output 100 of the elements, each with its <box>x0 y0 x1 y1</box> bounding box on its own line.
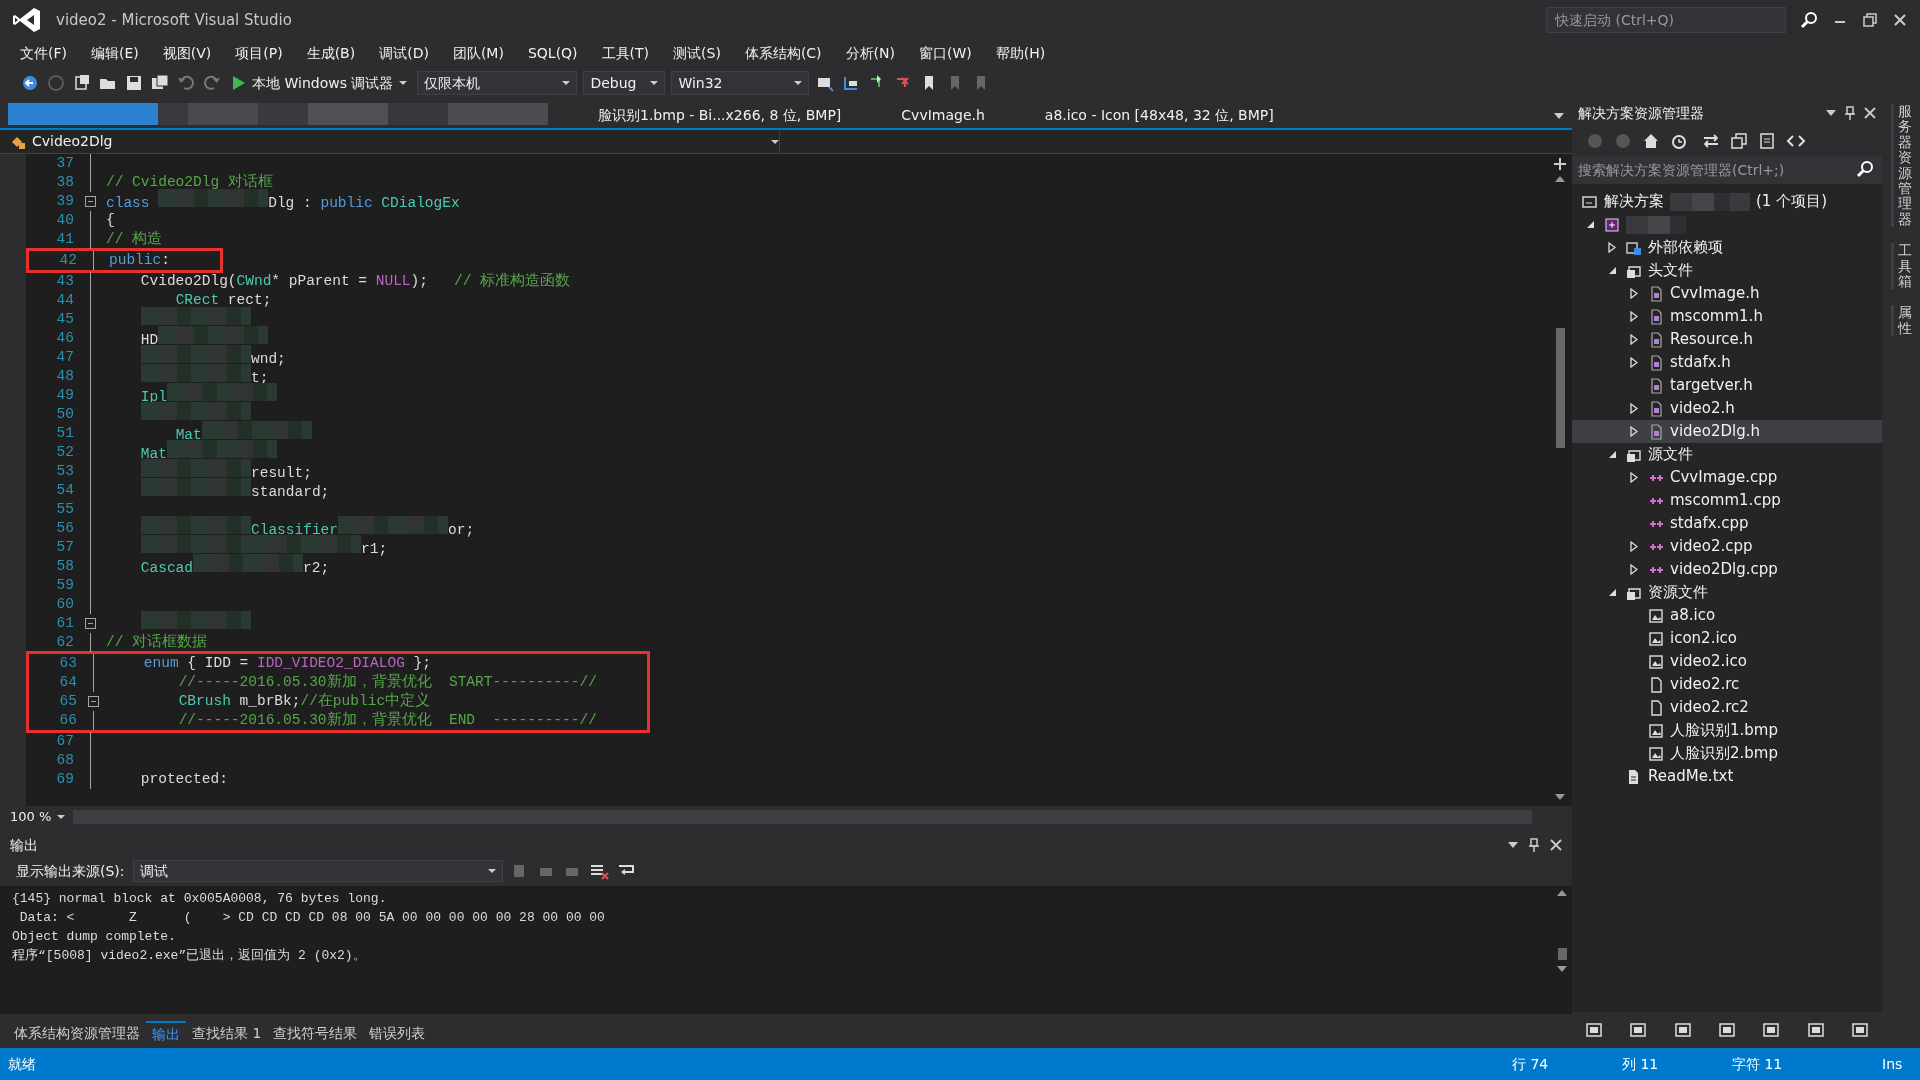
menu-item[interactable]: 文件(F) <box>8 42 79 64</box>
panel-tab[interactable]: 输出 <box>146 1021 186 1045</box>
scrollbar-thumb[interactable] <box>1557 948 1567 960</box>
tree-item[interactable]: CvvImage.h <box>1572 282 1882 305</box>
tree-item[interactable]: 解决方案 (1 个项目) <box>1572 190 1882 213</box>
collapse-all-icon[interactable] <box>1730 132 1748 150</box>
document-tab[interactable]: CvvImage.h <box>871 102 1015 128</box>
close-icon[interactable] <box>1892 12 1908 28</box>
menu-item[interactable]: 项目(P) <box>223 42 295 64</box>
panel-tab[interactable]: 查找结果 1 <box>186 1021 268 1045</box>
show-files-icon[interactable] <box>1758 132 1776 150</box>
undo-icon[interactable] <box>176 73 196 93</box>
expand-arrow-icon[interactable] <box>1630 541 1638 552</box>
pin-icon[interactable] <box>1844 106 1856 120</box>
output-source-dropdown[interactable]: 调试 <box>132 860 503 882</box>
scroll-up-icon[interactable] <box>1555 176 1565 182</box>
tree-item[interactable]: targetver.h <box>1572 374 1882 397</box>
collapse-arrow-icon[interactable] <box>1607 266 1617 275</box>
tree-item[interactable]: 外部依赖项 <box>1572 236 1882 259</box>
tree-item[interactable]: CvvImage.cpp <box>1572 466 1882 489</box>
panel-tab[interactable]: 体系结构资源管理器 <box>8 1021 146 1045</box>
tree-item[interactable]: 头文件 <box>1572 259 1882 282</box>
tree-item[interactable]: a8.ico <box>1572 604 1882 627</box>
clear-all-icon[interactable] <box>588 862 609 880</box>
expand-arrow-icon[interactable] <box>1630 426 1638 437</box>
tree-item[interactable]: 人脸识别2.bmp <box>1572 742 1882 765</box>
tree-item[interactable]: video2Dlg.h <box>1572 420 1882 443</box>
panel-tab[interactable]: 错误列表 <box>363 1021 432 1045</box>
document-tab[interactable]: 脸识别1.bmp - Bi...x266, 8 位, BMP] <box>568 102 872 128</box>
side-tab[interactable]: 工具箱 <box>1890 243 1912 290</box>
tree-item[interactable]: 人脸识别1.bmp <box>1572 719 1882 742</box>
expand-arrow-icon[interactable] <box>1630 403 1638 414</box>
tree-item[interactable]: mscomm1.cpp <box>1572 489 1882 512</box>
menu-item[interactable]: 视图(V) <box>150 42 224 64</box>
tree-item[interactable]: video2.rc2 <box>1572 696 1882 719</box>
tree-item[interactable]: video2Dlg.cpp <box>1572 558 1882 581</box>
expand-arrow-icon[interactable] <box>1608 242 1616 253</box>
tree-item[interactable]: 源文件 <box>1572 443 1882 466</box>
menu-item[interactable]: 测试(S) <box>661 42 733 64</box>
home-icon[interactable] <box>1642 132 1660 150</box>
dropdown-arrow-icon[interactable] <box>1826 109 1836 117</box>
menu-item[interactable]: 工具(T) <box>589 42 662 64</box>
tree-item[interactable]: Resource.h <box>1572 328 1882 351</box>
tree-item[interactable]: video2.h <box>1572 397 1882 420</box>
dropdown-arrow-icon[interactable] <box>1554 112 1564 120</box>
tree-item[interactable]: stdafx.cpp <box>1572 512 1882 535</box>
collapse-arrow-icon[interactable] <box>1607 450 1617 459</box>
tree-item[interactable]: stdafx.h <box>1572 351 1882 374</box>
collapse-arrow-icon[interactable] <box>1585 220 1595 229</box>
tree-item[interactable]: video2.cpp <box>1572 535 1882 558</box>
start-debugging-button[interactable]: 本地 Windows 调试器 <box>228 72 412 94</box>
expand-arrow-icon[interactable] <box>1630 288 1638 299</box>
search-icon[interactable] <box>1800 11 1818 29</box>
quick-launch-field[interactable]: 快速启动 (Ctrl+Q) <box>1546 7 1786 33</box>
new-project-icon[interactable] <box>72 73 92 93</box>
tree-item[interactable]: mscomm1.h <box>1572 305 1882 328</box>
tree-item[interactable]: ReadMe.txt <box>1572 765 1882 788</box>
dropdown-arrow-icon[interactable] <box>1508 841 1518 849</box>
menu-item[interactable]: 生成(B) <box>294 42 368 64</box>
scrollbar-thumb[interactable] <box>1555 328 1565 448</box>
document-tab[interactable]: a8.ico - Icon [48x48, 32 位, BMP] <box>1014 102 1304 128</box>
save-icon[interactable] <box>124 73 144 93</box>
expand-arrow-icon[interactable] <box>1630 311 1638 322</box>
collapse-icon[interactable] <box>84 196 96 207</box>
target-dropdown[interactable]: 仅限本机 <box>417 71 578 95</box>
redo-icon[interactable] <box>202 73 222 93</box>
menu-item[interactable]: 编辑(E) <box>79 42 151 64</box>
close-icon[interactable] <box>1864 107 1876 119</box>
split-icon[interactable] <box>1554 158 1566 170</box>
scroll-down-icon[interactable] <box>1557 966 1567 972</box>
search-field[interactable]: 搜索解决方案资源管理器(Ctrl+;) <box>1572 156 1848 184</box>
tree-item[interactable]: video2.rc <box>1572 673 1882 696</box>
collapse-icon[interactable] <box>84 618 96 629</box>
search-icon[interactable] <box>1848 156 1882 184</box>
sync-icon[interactable] <box>1702 132 1720 150</box>
tree-item[interactable]: video2.ico <box>1572 650 1882 673</box>
tree-item[interactable]: icon2.ico <box>1572 627 1882 650</box>
zoom-dropdown[interactable]: 100 % <box>10 807 66 827</box>
collapse-icon[interactable] <box>87 696 99 707</box>
expand-arrow-icon[interactable] <box>1630 334 1638 345</box>
menu-item[interactable]: SQL(Q) <box>515 42 590 64</box>
menu-item[interactable]: 窗口(W) <box>907 42 984 64</box>
side-tab[interactable]: 属性 <box>1890 305 1912 337</box>
pin-icon[interactable] <box>1528 838 1540 852</box>
restore-icon[interactable] <box>1862 12 1878 28</box>
configuration-dropdown[interactable]: Debug <box>583 71 666 95</box>
side-tab[interactable]: 服务器资源管理器 <box>1890 104 1912 228</box>
menu-item[interactable]: 帮助(H) <box>983 42 1058 64</box>
expand-arrow-icon[interactable] <box>1630 472 1638 483</box>
expand-arrow-icon[interactable] <box>1630 357 1638 368</box>
tree-item[interactable]: 资源文件 <box>1572 581 1882 604</box>
menu-item[interactable]: 调试(D) <box>367 42 441 64</box>
panel-tab[interactable]: 查找符号结果 <box>267 1021 364 1045</box>
scroll-up-icon[interactable] <box>1557 890 1567 896</box>
menu-item[interactable]: 体系结构(C) <box>732 42 834 64</box>
close-icon[interactable] <box>1550 839 1562 851</box>
menu-item[interactable]: 团队(M) <box>440 42 516 64</box>
expand-arrow-icon[interactable] <box>1630 564 1638 575</box>
collapse-arrow-icon[interactable] <box>1607 588 1617 597</box>
platform-dropdown[interactable]: Win32 <box>671 71 810 95</box>
